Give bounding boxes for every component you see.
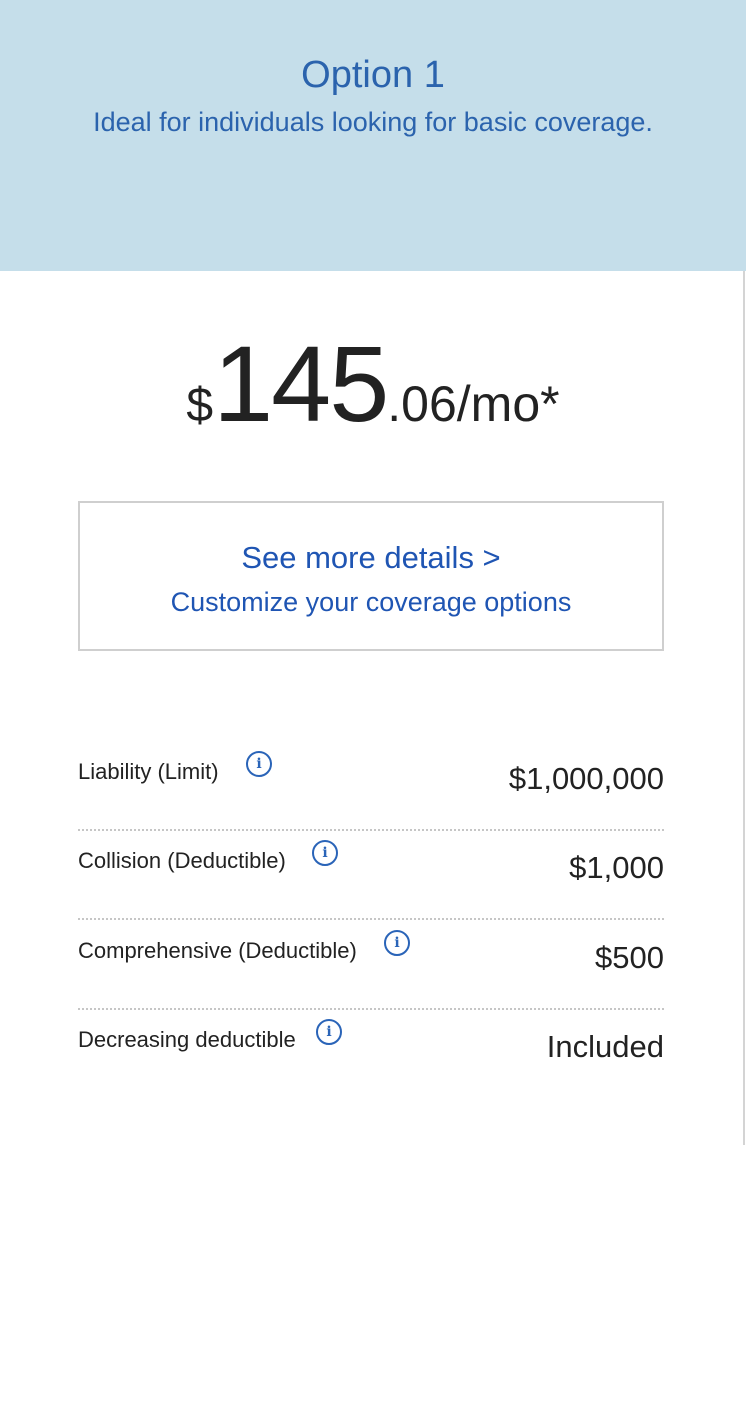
info-icon[interactable]: i [384,930,410,956]
coverage-label: Collision (Deductible) [78,848,286,873]
coverage-label: Decreasing deductible [78,1027,296,1052]
coverage-row-liability: Liability (Limit) i $1,000,000 [78,742,664,831]
option-subtitle: Ideal for individuals looking for basic … [93,107,653,137]
coverage-label: Comprehensive (Deductible) [78,938,357,963]
coverage-value: $1,000,000 [508,761,664,796]
see-more-details-link[interactable]: See more details > [80,539,662,577]
price-cents-period: .06/mo* [387,376,560,432]
coverage-value: Included [546,1029,664,1064]
option-header: Option 1 Ideal for individuals looking f… [0,0,746,271]
price-dollars: 145 [213,323,389,444]
coverage-option-card: Option 1 Ideal for individuals looking f… [0,0,746,1416]
coverage-label: Liability (Limit) [78,759,219,784]
coverage-value: $500 [595,940,664,975]
customize-coverage-link[interactable]: Customize your coverage options [80,585,662,619]
coverage-row-decreasing-deductible: Decreasing deductible i Included [78,1010,664,1099]
option-title: Option 1 [301,54,445,96]
row-divider [78,918,664,920]
price-currency: $ [186,379,214,432]
coverage-value: $1,000 [569,850,664,885]
details-box[interactable]: See more details > Customize your covera… [78,501,664,651]
info-icon[interactable]: i [316,1019,342,1045]
coverage-row-collision: Collision (Deductible) i $1,000 [78,831,664,920]
info-icon[interactable]: i [312,840,338,866]
coverage-row-comprehensive: Comprehensive (Deductible) i $500 [78,921,664,1010]
monthly-price: $145.06/mo* [0,330,746,438]
info-icon[interactable]: i [246,751,272,777]
